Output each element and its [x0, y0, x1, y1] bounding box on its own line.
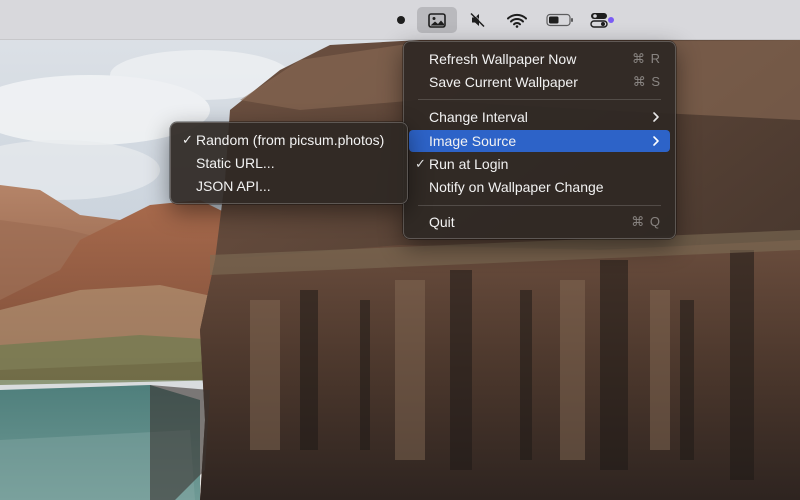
shortcut-label: ⌘ Q — [631, 214, 661, 229]
menu-item-label: JSON API... — [196, 178, 271, 194]
menu-item-label: Run at Login — [429, 156, 509, 172]
battery-icon[interactable] — [543, 7, 577, 33]
menu-item-save-current-wallpaper[interactable]: Save Current Wallpaper ⌘ S — [409, 71, 670, 93]
shortcut-label: ⌘ S — [632, 74, 661, 89]
submenu-item-json-api[interactable]: JSON API... — [176, 175, 402, 197]
image-source-submenu: ✓ Random (from picsum.photos) Static URL… — [170, 122, 408, 204]
notification-badge — [608, 17, 614, 23]
wifi-icon[interactable] — [502, 7, 532, 33]
wallpaper-app-menu: Refresh Wallpaper Now ⌘ R Save Current W… — [403, 41, 676, 239]
menu-separator — [418, 99, 661, 100]
desktop-wallpaper — [0, 0, 800, 500]
chevron-right-icon — [653, 112, 659, 122]
menu-item-label: Image Source — [429, 133, 517, 149]
wallpaper-app-icon[interactable] — [417, 7, 457, 33]
menu-item-quit[interactable]: Quit ⌘ Q — [409, 211, 670, 233]
desktop: Refresh Wallpaper Now ⌘ R Save Current W… — [0, 0, 800, 500]
submenu-item-static-url[interactable]: Static URL... — [176, 152, 402, 174]
menu-bar — [0, 0, 800, 40]
submenu-item-random-picsum[interactable]: ✓ Random (from picsum.photos) — [176, 129, 402, 151]
menu-item-label: Static URL... — [196, 155, 275, 171]
checkmark-icon: ✓ — [182, 132, 193, 147]
menu-item-refresh-wallpaper-now[interactable]: Refresh Wallpaper Now ⌘ R — [409, 48, 670, 70]
menu-item-label: Quit — [429, 214, 455, 230]
control-center-icon[interactable] — [584, 7, 614, 33]
menu-item-label: Change Interval — [429, 109, 528, 125]
menu-item-label: Notify on Wallpaper Change — [429, 179, 604, 195]
menu-item-label: Refresh Wallpaper Now — [429, 51, 577, 67]
speaker-muted-icon[interactable] — [464, 7, 492, 33]
menu-item-run-at-login[interactable]: ✓ Run at Login — [409, 153, 670, 175]
menu-item-label: Random (from picsum.photos) — [196, 132, 385, 148]
menu-item-change-interval[interactable]: Change Interval — [409, 106, 670, 128]
menu-item-image-source[interactable]: Image Source — [409, 130, 670, 152]
menu-item-label: Save Current Wallpaper — [429, 74, 578, 90]
chevron-right-icon — [653, 136, 659, 146]
status-dot-icon[interactable] — [394, 7, 408, 33]
menu-item-notify-on-wallpaper-change[interactable]: Notify on Wallpaper Change — [409, 176, 670, 198]
shortcut-label: ⌘ R — [632, 51, 661, 66]
checkmark-icon: ✓ — [415, 156, 426, 171]
menu-separator — [418, 205, 661, 206]
